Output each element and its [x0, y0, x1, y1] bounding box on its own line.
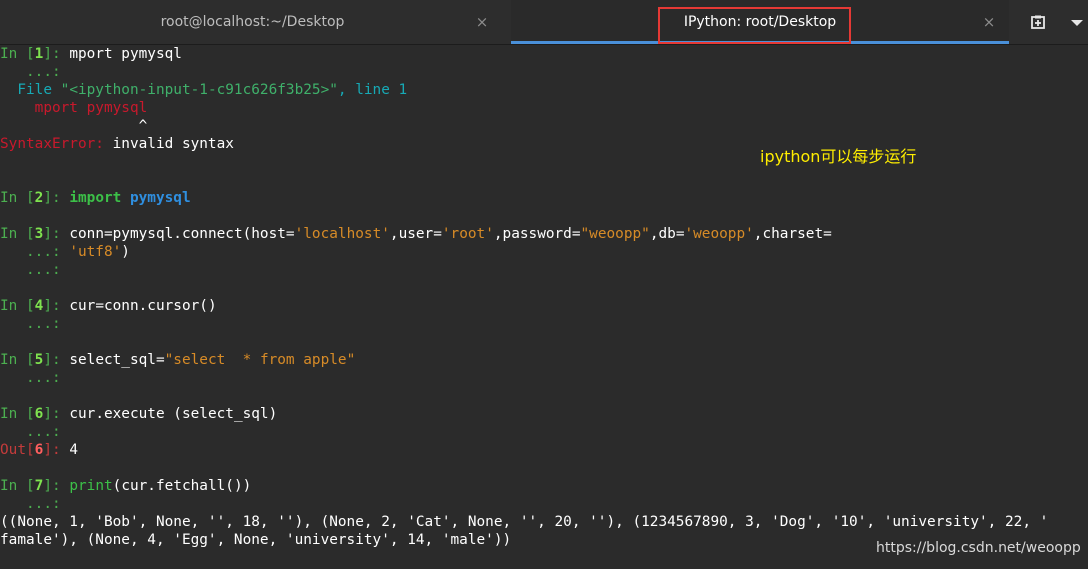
tab-bar: root@localhost:~/Desktop × IPython: root…	[0, 0, 1088, 45]
close-icon[interactable]: ×	[981, 14, 997, 30]
in-prompt-line: In [5]: select_sql="select * from apple"	[0, 352, 356, 368]
annotation-highlight-box	[658, 7, 851, 44]
in-prompt-line: In [2]: import pymysql	[0, 190, 191, 206]
continuation-line: ...:	[0, 316, 70, 332]
in-prompt-line: In [6]: cur.execute (select_sql)	[0, 406, 278, 422]
in-prompt-line: In [1]: mport pymysql	[0, 46, 182, 62]
tab-terminal-label: root@localhost:~/Desktop	[160, 14, 345, 30]
tab-menu-button[interactable]	[1068, 0, 1088, 44]
new-tab-button[interactable]	[1012, 0, 1066, 44]
traceback-file-line: File "<ipython-input-1-c91c626f3b25>", l…	[0, 82, 408, 98]
tab-terminal[interactable]: root@localhost:~/Desktop ×	[0, 0, 510, 44]
in-prompt-line: In [3]: conn=pymysql.connect(host='local…	[0, 226, 832, 242]
in-prompt-line: In [7]: print(cur.fetchall())	[0, 478, 252, 494]
continuation-line: ...:	[0, 262, 70, 278]
traceback-code-line: mport pymysql	[0, 100, 148, 116]
continuation-line: ...:	[0, 496, 70, 512]
out-prompt-line: Out[6]: 4	[0, 442, 78, 458]
in-prompt-line: In [4]: cur=conn.cursor()	[0, 298, 217, 314]
continuation-line: ...:	[0, 64, 70, 80]
traceback-caret: ^	[0, 118, 148, 134]
new-tab-icon	[1031, 15, 1045, 29]
result-line: ((None, 1, 'Bob', None, '', 18, ''), (No…	[0, 514, 1049, 530]
continuation-line: ...: 'utf8')	[0, 244, 130, 260]
continuation-line: ...:	[0, 370, 70, 386]
close-icon[interactable]: ×	[474, 14, 490, 30]
terminal-output[interactable]: In [1]: mport pymysql ...: File "<ipytho…	[0, 45, 1088, 569]
continuation-line: ...:	[0, 424, 70, 440]
watermark: https://blog.csdn.net/weoopp	[876, 540, 1081, 556]
error-message-line: SyntaxError: invalid syntax	[0, 136, 234, 152]
chevron-down-icon	[1071, 20, 1083, 26]
annotation-text: ipython可以每步运行	[760, 147, 917, 166]
result-line: famale'), (None, 4, 'Egg', None, 'univer…	[0, 532, 512, 548]
